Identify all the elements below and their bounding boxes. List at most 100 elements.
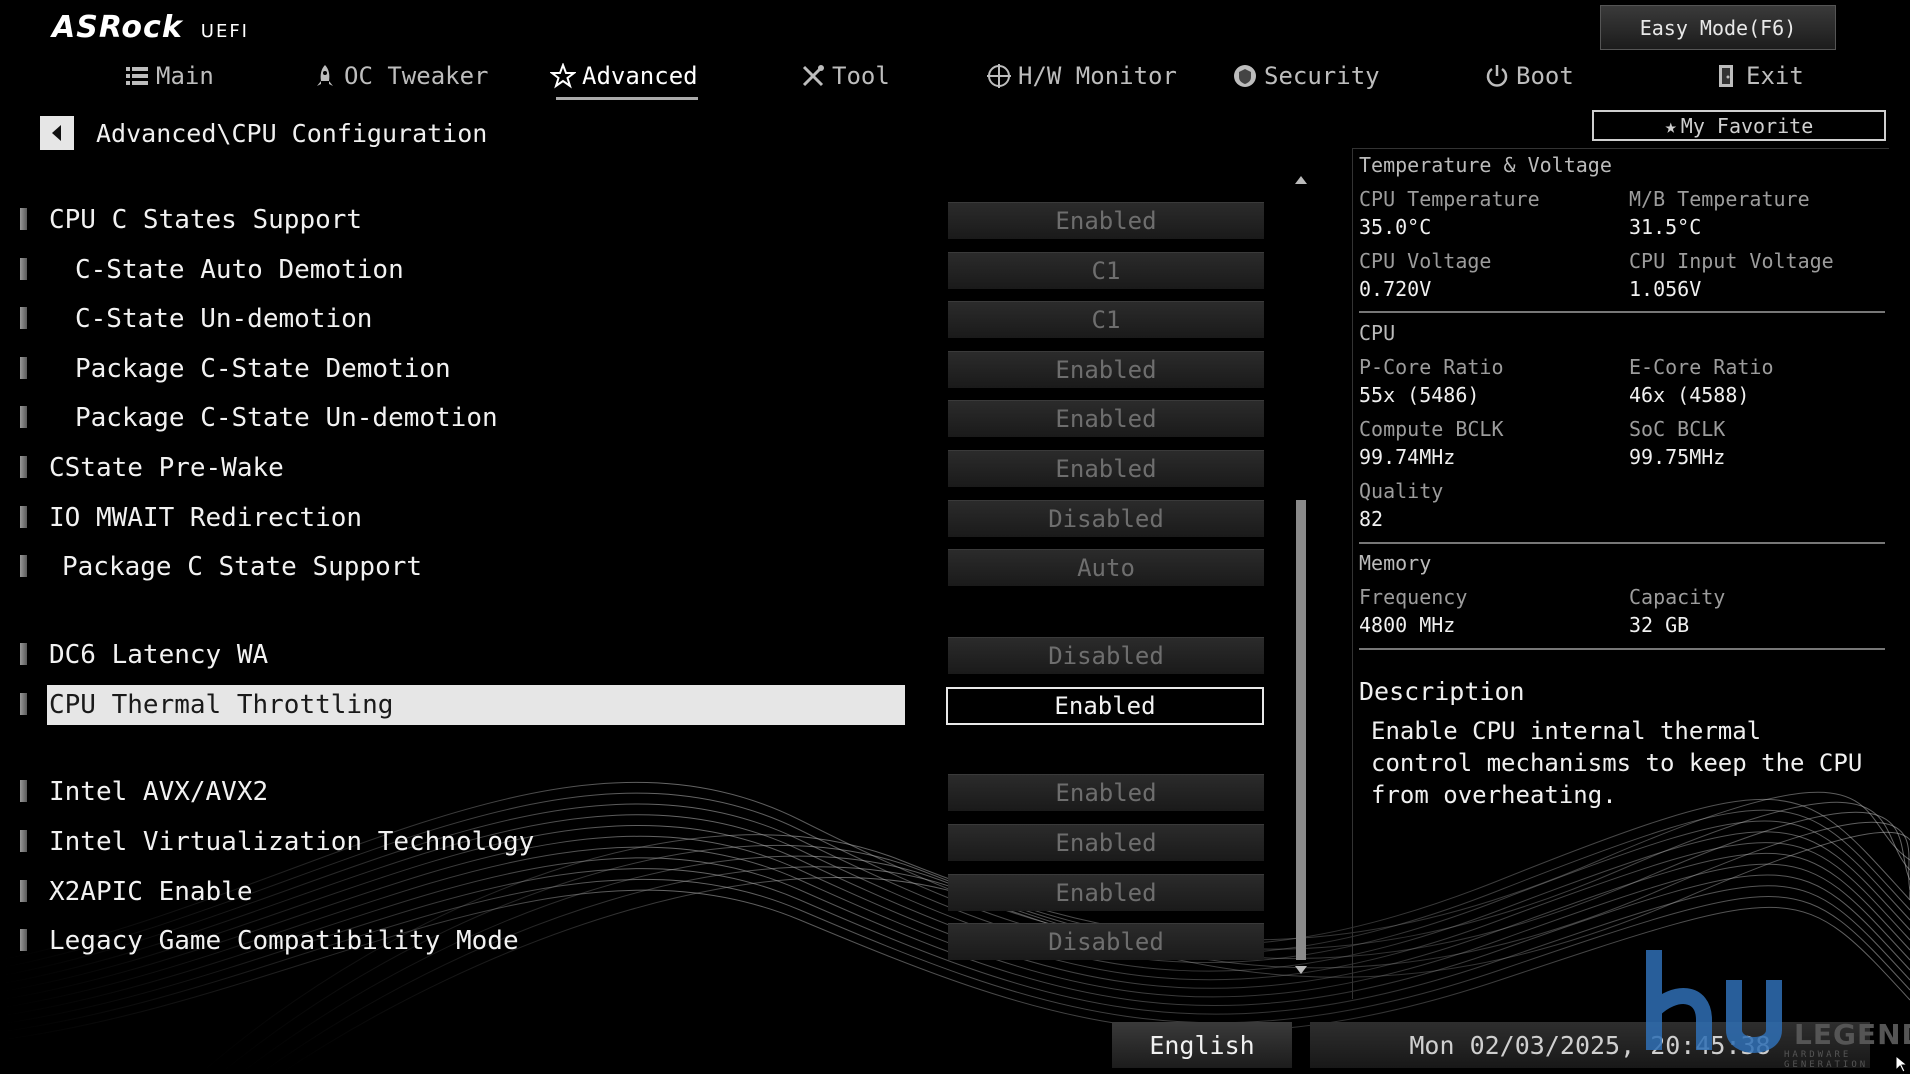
setting-row[interactable]: Package C-State Un-demotion Enabled	[0, 398, 1270, 438]
tab-label: Exit	[1746, 62, 1804, 90]
language-button[interactable]: English	[1112, 1022, 1292, 1068]
setting-value[interactable]: Enabled	[948, 400, 1264, 437]
setting-value[interactable]: Enabled	[948, 774, 1264, 811]
setting-value[interactable]: Auto	[948, 549, 1264, 586]
cpu-temp-label: CPU Temperature	[1359, 187, 1540, 211]
tab-boot[interactable]: Boot	[1484, 56, 1574, 96]
setting-label: CPU Thermal Throttling	[47, 685, 905, 725]
scroll-up-icon[interactable]	[1295, 176, 1307, 184]
row-marker	[20, 258, 27, 280]
tab-label: H/W Monitor	[1018, 62, 1177, 90]
memory-capacity-value: 32 GB	[1629, 613, 1690, 637]
crosshair-icon	[987, 64, 1011, 88]
tab-label: Advanced	[582, 62, 698, 90]
info-divider	[1359, 648, 1885, 650]
exit-door-icon	[1719, 65, 1733, 87]
description-text: Enable CPU internal thermal control mech…	[1371, 717, 1863, 809]
memory-frequency-label: Frequency	[1359, 585, 1468, 609]
setting-row[interactable]: X2APIC Enable Enabled	[0, 872, 1270, 912]
setting-value[interactable]: Enabled	[946, 687, 1264, 725]
tab-main[interactable]: Main	[124, 56, 214, 96]
easy-mode-button[interactable]: Easy Mode(F6)	[1600, 5, 1836, 50]
list-icon	[126, 67, 148, 85]
setting-label: CPU C States Support	[49, 205, 363, 235]
setting-label: C-State Un-demotion	[75, 304, 373, 334]
setting-row[interactable]: Package C State Support Auto	[0, 547, 1270, 587]
quality-label: Quality	[1359, 479, 1444, 503]
setting-value[interactable]: Enabled	[948, 202, 1264, 239]
tab-hw-monitor[interactable]: H/W Monitor	[986, 56, 1177, 96]
row-marker	[20, 830, 27, 852]
setting-row[interactable]: Intel AVX/AVX2 Enabled	[0, 772, 1270, 812]
setting-label: Intel Virtualization Technology	[49, 827, 535, 857]
setting-value[interactable]: C1	[948, 301, 1264, 338]
setting-value[interactable]: Enabled	[948, 351, 1264, 388]
tab-tool[interactable]: Tool	[800, 56, 890, 96]
description-title: Description	[1359, 677, 1525, 706]
setting-row[interactable]: Package C-State Demotion Enabled	[0, 349, 1270, 389]
setting-label: Package C State Support	[62, 552, 423, 582]
row-marker	[20, 456, 27, 478]
setting-row[interactable]: CState Pre-Wake Enabled	[0, 448, 1270, 488]
setting-row-selected[interactable]: CPU Thermal Throttling Enabled	[0, 685, 1270, 725]
row-marker	[20, 208, 27, 230]
my-favorite-button[interactable]: ★ My Favorite	[1592, 110, 1886, 141]
cpu-voltage-label: CPU Voltage	[1359, 249, 1492, 273]
setting-value[interactable]: Enabled	[948, 450, 1264, 487]
mb-temp-value: 31.5°C	[1629, 215, 1702, 239]
setting-label: Package C-State Demotion	[75, 354, 451, 384]
row-marker	[20, 693, 27, 715]
ecore-ratio-value: 46x (4588)	[1629, 383, 1750, 407]
asrock-logo: ASRock UEFI	[52, 10, 249, 45]
temp-voltage-title: Temperature & Voltage	[1359, 153, 1612, 177]
compute-bclk-value: 99.74MHz	[1359, 445, 1456, 469]
setting-value[interactable]: C1	[948, 252, 1264, 289]
tab-advanced[interactable]: Advanced	[550, 56, 698, 100]
row-marker	[20, 307, 27, 329]
setting-row[interactable]: Legacy Game Compatibility Mode Disabled	[0, 921, 1270, 961]
memory-capacity-label: Capacity	[1629, 585, 1726, 609]
tab-label: Main	[156, 62, 214, 90]
row-marker	[20, 929, 27, 951]
pcore-ratio-value: 55x (5486)	[1359, 383, 1480, 407]
tab-oc-tweaker[interactable]: OC Tweaker	[312, 56, 489, 96]
setting-row[interactable]: C-State Un-demotion C1	[0, 299, 1270, 339]
setting-value[interactable]: Enabled	[948, 874, 1264, 911]
ecore-ratio-label: E-Core Ratio	[1629, 355, 1774, 379]
setting-row[interactable]: CPU C States Support Enabled	[0, 200, 1270, 240]
info-divider	[1359, 311, 1885, 313]
tools-icon	[802, 65, 824, 87]
tab-exit[interactable]: Exit	[1714, 56, 1804, 96]
settings-scrollbar[interactable]	[1293, 170, 1309, 978]
scroll-thumb[interactable]	[1296, 500, 1306, 960]
tab-security[interactable]: Security	[1232, 56, 1380, 96]
cpu-temp-value: 35.0°C	[1359, 215, 1432, 239]
setting-row[interactable]: Intel Virtualization Technology Enabled	[0, 822, 1270, 862]
cpu-input-voltage-value: 1.056V	[1629, 277, 1702, 301]
setting-label: Package C-State Un-demotion	[75, 403, 498, 433]
row-marker	[20, 506, 27, 528]
tab-label: OC Tweaker	[344, 62, 489, 90]
soc-bclk-value: 99.75MHz	[1629, 445, 1726, 469]
back-button[interactable]	[40, 116, 74, 150]
logo-uefi: UEFI	[200, 21, 249, 42]
setting-value[interactable]: Disabled	[948, 923, 1264, 960]
setting-row[interactable]: IO MWAIT Redirection Disabled	[0, 498, 1270, 538]
cpu-voltage-value: 0.720V	[1359, 277, 1432, 301]
cpu-section-title: CPU	[1359, 321, 1396, 345]
setting-value[interactable]: Disabled	[948, 500, 1264, 537]
setting-label: CState Pre-Wake	[49, 453, 284, 483]
breadcrumb: Advanced\CPU Configuration	[40, 116, 487, 150]
favorite-star-icon: ★	[1664, 113, 1677, 138]
watermark-subtext: HARDWARE GENERATION	[1784, 1050, 1869, 1070]
star-icon	[550, 63, 576, 89]
my-favorite-label: My Favorite	[1680, 113, 1814, 138]
setting-row[interactable]: C-State Auto Demotion C1	[0, 250, 1270, 290]
setting-value[interactable]: Enabled	[948, 824, 1264, 861]
setting-row[interactable]: DC6 Latency WA Disabled	[0, 635, 1270, 675]
tab-label: Security	[1264, 62, 1380, 90]
breadcrumb-path: Advanced\CPU Configuration	[96, 118, 488, 148]
scroll-down-icon[interactable]	[1295, 966, 1307, 974]
setting-value[interactable]: Disabled	[948, 637, 1264, 674]
setting-label: DC6 Latency WA	[49, 640, 269, 670]
